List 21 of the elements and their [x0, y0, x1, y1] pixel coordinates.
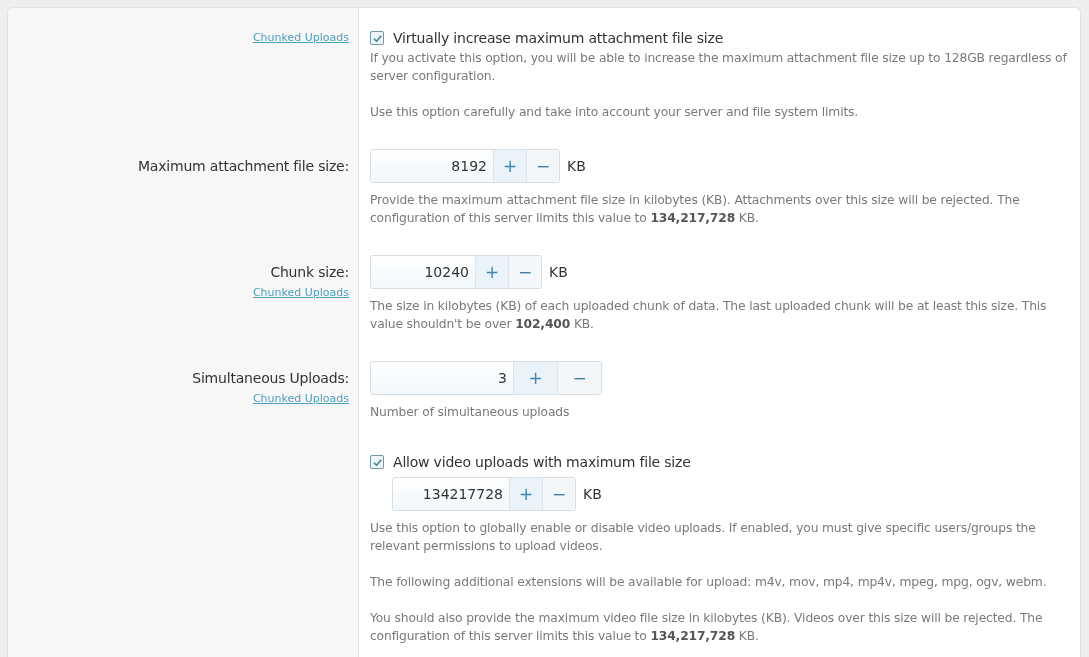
field-label: Simultaneous Uploads: [192, 369, 349, 388]
field-label: Chunk size: [270, 263, 349, 282]
checkbox-label: Virtually increase maximum attachment file size [393, 30, 724, 46]
field-label: Maximum attachment file size: [137, 157, 349, 176]
description-text: You should also provide the maximum video file size in kilobytes (KB). Videos over this size will be rejected. The configuration of this server limits this value to 134,217,728 KB. [370, 610, 1044, 645]
help-link[interactable]: Chunked Uploads [252, 393, 349, 405]
checkbox-label: Allow video uploads with maximum file size [393, 454, 691, 470]
description-text: If you activate this option, you will be able to increase the maximum attachment file size up to 128GB regardless of server configuration. [370, 50, 1068, 85]
unit-label: KB [583, 486, 602, 502]
description-text: Number of simultaneous uploads [370, 404, 571, 421]
unit-label: KB [567, 158, 586, 174]
description-text: The following additional extensions will be available for upload: m4v, mov, mp4, mp4v, mpeg, mpg, ogv, webm. [370, 574, 1048, 591]
checkbox[interactable] [370, 455, 384, 469]
help-link[interactable]: Chunked Uploads [252, 27, 349, 49]
checkbox[interactable] [370, 31, 384, 45]
description-text: Use this option to globally enable or disable video uploads. If enabled, you must give specific users/groups the relevant permissions to upload videos. [370, 520, 1037, 555]
unit-label: KB [549, 264, 568, 280]
description-text: Provide the maximum attachment file size in kilobytes (KB). Attachments over this size will be rejected. The configuration of this server limits this value to 134,217,728 KB. [370, 192, 1021, 227]
description-text: Use this option carefully and take into account your server and file system limits. [370, 104, 860, 121]
help-link[interactable]: Chunked Uploads [252, 287, 349, 299]
description-text: The size in kilobytes (KB) of each uploaded chunk of data. The last uploaded chunk will be at least this size. This value shouldn't be over 102,400 KB. [370, 298, 1048, 333]
